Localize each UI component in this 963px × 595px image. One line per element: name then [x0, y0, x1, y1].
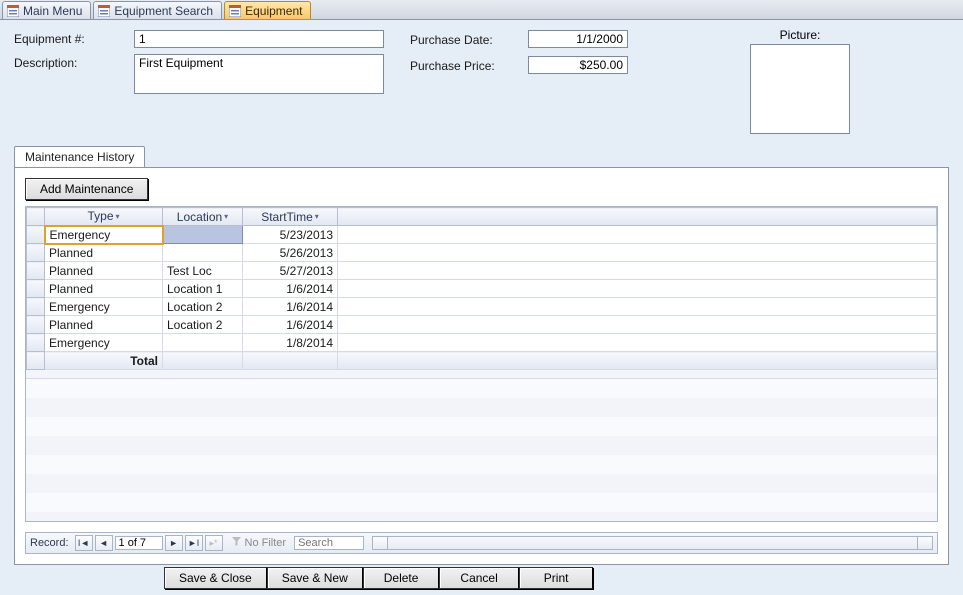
form-icon	[98, 5, 110, 17]
record-position-input[interactable]	[115, 536, 163, 550]
description-label: Description:	[14, 54, 134, 70]
picture-box[interactable]	[750, 44, 850, 134]
cell-blank	[338, 298, 937, 316]
totals-row: Total	[27, 352, 937, 370]
cell-blank	[338, 280, 937, 298]
purchase-fields: Purchase Date: Purchase Price:	[410, 30, 628, 82]
tab-main-menu[interactable]: Main Menu	[2, 1, 91, 19]
table-row[interactable]: Emergency 1/8/2014	[27, 334, 937, 352]
cell-type[interactable]: Planned	[45, 280, 163, 298]
purchase-date-label: Purchase Date:	[410, 31, 528, 47]
column-header-blank	[338, 208, 937, 226]
cell-blank	[338, 262, 937, 280]
table-row[interactable]: PlannedTest Loc5/27/2013	[27, 262, 937, 280]
table-row[interactable]: PlannedLocation 21/6/2014	[27, 316, 937, 334]
maintenance-grid: Type▾ Location▾ StartTime▾ Emergency 5/23…	[25, 206, 938, 522]
maintenance-history-panel: Add Maintenance Type▾ Location▾ StartTim…	[14, 167, 949, 565]
search-input[interactable]	[294, 536, 364, 550]
record-navigator: Record: I◄ ◄ ► ►I ▸* No Filter	[25, 532, 938, 554]
table-row[interactable]: Planned 5/26/2013	[27, 244, 937, 262]
add-maintenance-button[interactable]: Add Maintenance	[25, 178, 148, 200]
cell-location[interactable]	[163, 244, 243, 262]
column-header-location[interactable]: Location▾	[163, 208, 243, 226]
table-row[interactable]: EmergencyLocation 21/6/2014	[27, 298, 937, 316]
equipment-number-label: Equipment #:	[14, 30, 134, 46]
cell-starttime[interactable]: 5/26/2013	[243, 244, 338, 262]
purchase-price-input[interactable]	[528, 56, 628, 74]
cell-starttime[interactable]: 1/6/2014	[243, 316, 338, 334]
column-header-type[interactable]: Type▾	[45, 208, 163, 226]
select-all-header[interactable]	[27, 208, 45, 226]
no-filter-indicator[interactable]: No Filter	[231, 536, 287, 550]
total-label: Total	[45, 352, 163, 370]
save-close-button[interactable]: Save & Close	[164, 567, 267, 589]
cell-location[interactable]: Location 1	[163, 280, 243, 298]
purchase-price-label: Purchase Price:	[410, 57, 528, 73]
grid-header-row: Type▾ Location▾ StartTime▾	[27, 208, 937, 226]
tab-maintenance-history[interactable]: Maintenance History	[14, 146, 145, 167]
row-selector[interactable]	[27, 280, 45, 298]
purchase-date-input[interactable]	[528, 30, 628, 48]
row-selector[interactable]	[27, 316, 45, 334]
cell-type[interactable]: Planned	[45, 244, 163, 262]
cell-blank	[338, 226, 937, 244]
table-row[interactable]: Emergency 5/23/2013	[27, 226, 937, 244]
form-footer-buttons: Save & Close Save & New Delete Cancel Pr…	[164, 567, 949, 589]
cell-blank	[338, 334, 937, 352]
row-selector[interactable]	[27, 244, 45, 262]
tab-label: Equipment Search	[114, 4, 213, 18]
sort-icon: ▾	[315, 212, 319, 221]
equipment-number-input[interactable]	[134, 30, 384, 48]
cell-starttime[interactable]: 1/6/2014	[243, 280, 338, 298]
row-selector[interactable]	[27, 334, 45, 352]
cell-location[interactable]: Test Loc	[163, 262, 243, 280]
cell-location[interactable]: Location 2	[163, 316, 243, 334]
cell-starttime[interactable]: 5/27/2013	[243, 262, 338, 280]
sort-icon: ▾	[224, 212, 228, 221]
cell-starttime[interactable]: 5/23/2013	[243, 226, 338, 244]
save-new-button[interactable]: Save & New	[267, 567, 363, 589]
nav-next-button[interactable]: ►	[165, 535, 183, 551]
form-icon	[7, 5, 19, 17]
form-icon	[229, 5, 241, 17]
cell-location[interactable]	[163, 334, 243, 352]
cell-location[interactable]	[163, 226, 243, 244]
row-selector[interactable]	[27, 226, 45, 244]
delete-button[interactable]: Delete	[363, 567, 440, 589]
record-label: Record:	[30, 537, 69, 549]
nav-last-button[interactable]: ►I	[185, 535, 203, 551]
cell-type[interactable]: Emergency	[45, 298, 163, 316]
cell-type[interactable]: Emergency	[45, 226, 163, 244]
cell-type[interactable]: Planned	[45, 262, 163, 280]
cell-starttime[interactable]: 1/8/2014	[243, 334, 338, 352]
cell-location[interactable]: Location 2	[163, 298, 243, 316]
description-input[interactable]	[134, 54, 384, 94]
row-selector[interactable]	[27, 298, 45, 316]
cell-type[interactable]: Emergency	[45, 334, 163, 352]
cell-type[interactable]: Planned	[45, 316, 163, 334]
table-row[interactable]: PlannedLocation 11/6/2014	[27, 280, 937, 298]
filter-icon	[231, 536, 242, 550]
tab-equipment-search[interactable]: Equipment Search	[93, 1, 222, 19]
row-selector[interactable]	[27, 262, 45, 280]
picture-label: Picture:	[750, 28, 850, 42]
cell-blank	[338, 316, 937, 334]
cancel-button[interactable]: Cancel	[439, 567, 518, 589]
column-header-starttime[interactable]: StartTime▾	[243, 208, 338, 226]
picture-block: Picture:	[750, 28, 850, 134]
equipment-form: Equipment #: Description: Purchase Date:…	[0, 20, 963, 595]
tab-label: Main Menu	[23, 4, 82, 18]
grid-empty-area	[26, 378, 937, 521]
sort-icon: ▾	[116, 212, 120, 221]
tab-label: Equipment	[245, 4, 302, 18]
cell-starttime[interactable]: 1/6/2014	[243, 298, 338, 316]
cell-blank	[338, 244, 937, 262]
print-button[interactable]: Print	[519, 567, 594, 589]
tab-equipment[interactable]: Equipment	[224, 1, 311, 19]
nav-new-button[interactable]: ▸*	[205, 535, 223, 551]
horizontal-scrollbar[interactable]	[372, 536, 933, 550]
document-tab-bar: Main Menu Equipment Search Equipment	[0, 0, 963, 20]
nav-first-button[interactable]: I◄	[75, 535, 93, 551]
nav-prev-button[interactable]: ◄	[95, 535, 113, 551]
